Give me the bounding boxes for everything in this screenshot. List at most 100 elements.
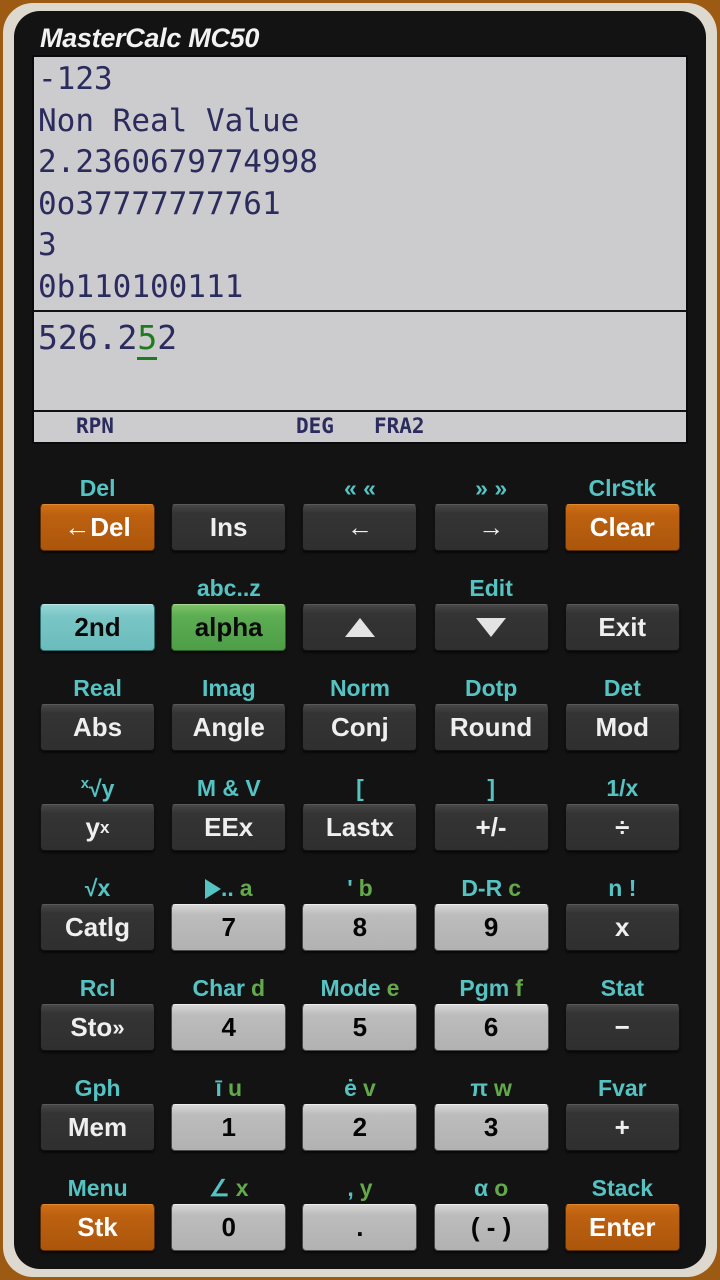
key-plus-minus[interactable]: +/- <box>433 804 549 851</box>
key-9[interactable]: 9 <box>433 904 549 951</box>
key-eex[interactable]: EEx <box>171 804 287 851</box>
stack-line: Non Real Value <box>38 102 300 139</box>
alpha-label-e: e <box>386 974 400 1001</box>
key-clear[interactable]: Clear <box>564 504 680 551</box>
secondary-label-mode: Mode <box>320 974 381 1001</box>
key-up[interactable] <box>302 604 418 651</box>
key-cell: Char d 4 <box>163 971 294 1071</box>
key-abs[interactable]: Abs <box>40 704 155 751</box>
key-mem[interactable]: Mem <box>40 1104 155 1151</box>
key-8[interactable]: 8 <box>302 904 418 951</box>
key-sto[interactable]: Sto » <box>40 1004 155 1051</box>
secondary-label-key: α <box>474 1174 489 1201</box>
secondary-label-n: n ! <box>608 874 637 901</box>
key-conj[interactable]: Conj <box>302 704 418 751</box>
key-secondary-labels: x√y <box>32 773 163 803</box>
key-6[interactable]: 6 <box>433 1004 549 1051</box>
stack-line: 3 <box>38 227 57 263</box>
key-alpha[interactable]: alpha <box>171 604 287 651</box>
key-enter[interactable]: Enter <box>564 1204 680 1251</box>
key-cell: « « ← <box>294 471 425 571</box>
entry-cursor-char: 5 <box>137 318 158 360</box>
key-divide[interactable]: ÷ <box>564 804 680 851</box>
key-cell: √x Catlg <box>32 871 163 971</box>
key-2nd[interactable]: 2nd <box>40 604 155 651</box>
stack-display: -123 Non Real Value 2.2360679774998 0o37… <box>34 57 686 312</box>
key-plus[interactable]: + <box>564 1104 680 1151</box>
key-cell: ' b 8 <box>294 871 425 971</box>
key-secondary-labels: 1/x <box>557 773 688 803</box>
key-negate[interactable]: ( - ) <box>433 1204 549 1251</box>
keypad-row: Del ←Del Ins « « ← » » → ClrStk Clear <box>32 471 688 571</box>
key-secondary-labels: « « <box>294 473 425 503</box>
key-cell: Del ←Del <box>32 471 163 571</box>
key-y-pow-x[interactable]: yx <box>40 804 155 851</box>
key-3[interactable]: 3 <box>433 1104 549 1151</box>
key-secondary-labels: D-R c <box>426 873 557 903</box>
secondary-label-dotp: Dotp <box>464 674 518 701</box>
alpha-label-c: c <box>508 874 521 901</box>
keypad-row: 2nd abc..z alpha Edit Exit <box>32 571 688 671</box>
key-exit[interactable]: Exit <box>564 604 680 651</box>
key-down[interactable] <box>433 604 549 651</box>
key-secondary-labels: Stack <box>557 1173 688 1203</box>
key-cell: Dotp Round <box>426 671 557 771</box>
status-angle-deg: DEG <box>296 414 334 438</box>
key-secondary-labels: ėv <box>294 1073 425 1103</box>
secondary-label-key: ∠ <box>209 1174 230 1201</box>
key-mod[interactable]: Mod <box>564 704 680 751</box>
key-2[interactable]: 2 <box>302 1104 418 1151</box>
key-secondary-labels: Real <box>32 673 163 703</box>
key-cell: abc..z alpha <box>163 571 294 671</box>
secondary-label-real: Real <box>73 674 122 701</box>
key-cell: ėv2 <box>294 1071 425 1171</box>
key-cell: ] +/- <box>426 771 557 871</box>
key-secondary-labels: Dotp <box>426 673 557 703</box>
key-4[interactable]: 4 <box>171 1004 287 1051</box>
secondary-label-norm: Norm <box>329 674 390 701</box>
key-secondary-labels: M & V <box>163 773 294 803</box>
key-dot[interactable]: . <box>302 1204 418 1251</box>
secondary-label-key: » » <box>475 474 508 501</box>
key-secondary-labels: Char d <box>163 973 294 1003</box>
key-angle[interactable]: Angle <box>171 704 287 751</box>
key-leftdel[interactable]: ←Del <box>40 504 155 551</box>
key-cell: n ! x <box>557 871 688 971</box>
alpha-label-f: f <box>515 974 523 1001</box>
key-secondary-labels: ' b <box>294 873 425 903</box>
key-secondary-labels: Gph <box>32 1073 163 1103</box>
key-cell <box>294 571 425 671</box>
key-cell: Mode e 5 <box>294 971 425 1071</box>
key-cell: Rcl Sto » <box>32 971 163 1071</box>
keypad-row: Gph Mem ī u 1 ė v 2 π w 3 Fvar + <box>32 1071 688 1171</box>
key-left[interactable]: ← <box>302 504 418 551</box>
key-cell: Edit <box>426 571 557 671</box>
secondary-label-key: ė <box>344 1074 357 1101</box>
calculator-display[interactable]: -123 Non Real Value 2.2360679774998 0o37… <box>32 55 688 444</box>
key-7[interactable]: 7 <box>171 904 287 951</box>
alpha-label-y: y <box>359 1174 373 1201</box>
secondary-label-m-v: M & V <box>196 774 261 801</box>
keypad-row: Rcl Sto » Char d 4 Mode e 5 Pgm f 6 Stat − <box>32 971 688 1071</box>
secondary-label-key: , <box>347 1174 354 1201</box>
key-secondary-labels: πw <box>426 1073 557 1103</box>
key-cell: α o( - ) <box>426 1171 557 1269</box>
secondary-label-stack: Stack <box>591 1174 654 1201</box>
secondary-label-stat: Stat <box>600 974 645 1001</box>
key-stk[interactable]: Stk <box>40 1204 155 1251</box>
key-0[interactable]: 0 <box>171 1204 287 1251</box>
key-x[interactable]: x <box>564 904 680 951</box>
key-5[interactable]: 5 <box>302 1004 418 1051</box>
key-round[interactable]: Round <box>433 704 549 751</box>
entry-area[interactable]: 526.252 <box>34 312 686 412</box>
key-lastx[interactable]: Lastx <box>302 804 418 851</box>
key-cell: Fvar + <box>557 1071 688 1171</box>
key-minus[interactable]: − <box>564 1004 680 1051</box>
key-ins[interactable]: Ins <box>171 504 287 551</box>
key-catlg[interactable]: Catlg <box>40 904 155 951</box>
key-secondary-labels: » » <box>426 473 557 503</box>
alpha-label-w: w <box>494 1074 512 1101</box>
key-1[interactable]: 1 <box>171 1104 287 1151</box>
alpha-label-b: b <box>358 874 373 901</box>
key-right[interactable]: → <box>433 504 549 551</box>
